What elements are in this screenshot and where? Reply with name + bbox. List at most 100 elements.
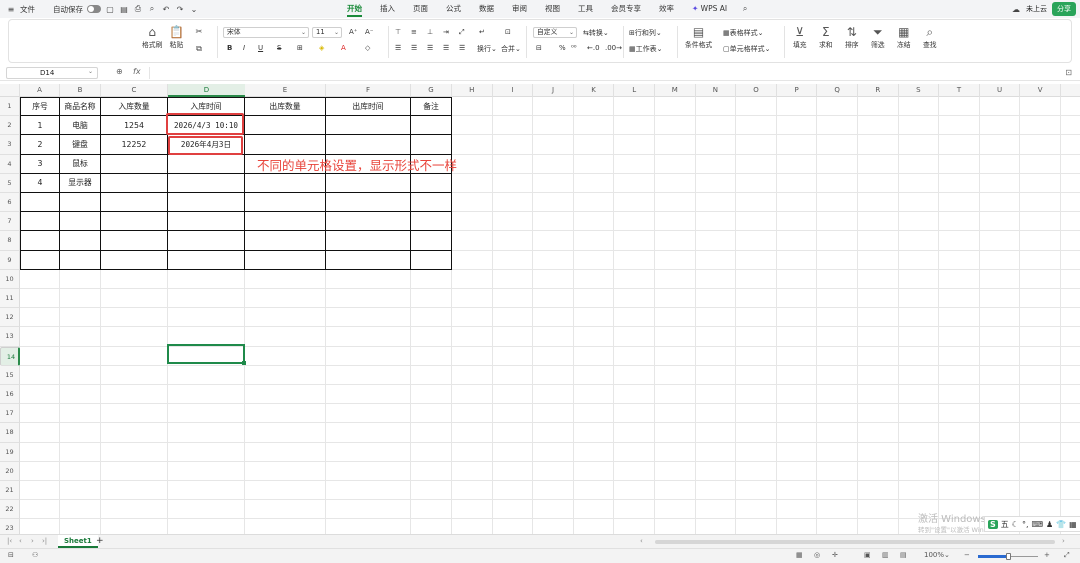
table-cell[interactable]: 电脑 xyxy=(60,116,101,136)
column-header-m[interactable]: M xyxy=(655,84,696,97)
table-cell[interactable] xyxy=(411,193,452,213)
row-header-7[interactable]: 7 xyxy=(0,212,20,232)
row-header-17[interactable]: 17 xyxy=(0,404,20,424)
table-cell[interactable] xyxy=(411,135,452,155)
increase-decimal-icon[interactable]: ←.0 xyxy=(587,44,600,52)
paste-button[interactable]: 📋 粘贴 xyxy=(169,25,184,49)
sort-button[interactable]: ⇅ 排序 xyxy=(845,25,859,49)
worksheet-button[interactable]: ▦ 工作表 ⌄ xyxy=(629,44,663,54)
fill-color-icon[interactable]: ◈ xyxy=(319,44,324,52)
more-chevron-icon[interactable]: ⌄ xyxy=(189,5,199,14)
underline-icon[interactable]: U xyxy=(258,44,263,52)
conditional-format-button[interactable]: ▤ 条件格式 xyxy=(685,25,712,49)
font-size-select[interactable]: 11 ⌄ xyxy=(312,27,342,38)
align-middle-icon[interactable]: ≡ xyxy=(411,28,417,36)
fx-icon[interactable]: fx xyxy=(133,67,141,76)
column-header-u[interactable]: U xyxy=(980,84,1021,97)
macro-icon[interactable]: ⊟ xyxy=(8,551,14,559)
table-cell[interactable] xyxy=(411,212,452,232)
column-header-k[interactable]: K xyxy=(574,84,615,97)
column-header-r[interactable]: R xyxy=(858,84,899,97)
table-cell[interactable] xyxy=(326,173,411,193)
table-cell[interactable] xyxy=(60,193,101,213)
tab-wps-ai[interactable]: ✦ WPS AI xyxy=(683,0,736,18)
scroll-right-icon[interactable]: › xyxy=(1062,537,1065,545)
table-cell[interactable] xyxy=(168,212,245,232)
ime-toolbar[interactable]: S 五 ☾ °, ⌨ ♟ 👕 ▦ xyxy=(984,516,1080,532)
align-bottom-icon[interactable]: ⊥ xyxy=(427,28,433,36)
distribute-icon[interactable]: ☰ xyxy=(459,44,465,52)
table-cell[interactable]: 4 xyxy=(20,173,60,193)
column-header-p[interactable]: P xyxy=(777,84,818,97)
comma-icon[interactable]: ⁰⁰ xyxy=(571,44,577,52)
first-sheet-icon[interactable]: |‹ xyxy=(7,537,12,545)
table-header-cell[interactable]: 序号 xyxy=(20,97,60,117)
row-header-3[interactable]: 3 xyxy=(0,135,20,155)
strikethrough-icon[interactable]: S xyxy=(277,44,281,52)
zoom-formula-icon[interactable]: ⊕ xyxy=(116,67,123,76)
copy-icon[interactable]: ⧉ xyxy=(194,44,204,54)
row-header-2[interactable]: 2 xyxy=(0,116,20,136)
row-header-14[interactable]: 14 xyxy=(0,346,20,366)
tab-view[interactable]: 视图 xyxy=(536,0,569,18)
column-header-h[interactable]: H xyxy=(452,84,493,97)
cut-icon[interactable]: ✂ xyxy=(194,27,204,36)
eye-protection-icon[interactable]: ◎ xyxy=(814,551,820,559)
column-header-i[interactable]: I xyxy=(493,84,534,97)
horizontal-scrollbar[interactable] xyxy=(655,540,1055,544)
freeze-button[interactable]: ▦ 冻结 xyxy=(897,25,911,49)
zoom-slider-handle[interactable] xyxy=(1006,553,1011,560)
column-header-t[interactable]: T xyxy=(939,84,980,97)
row-header-6[interactable]: 6 xyxy=(0,193,20,213)
chevron-down-icon[interactable]: ⌄ xyxy=(944,551,950,559)
table-cell[interactable] xyxy=(101,250,168,270)
column-header-g[interactable]: G xyxy=(411,84,452,97)
active-cell-selection[interactable] xyxy=(167,344,246,365)
table-cell[interactable] xyxy=(245,193,326,213)
sum-button[interactable]: Σ 求和 xyxy=(819,25,833,49)
table-cell[interactable] xyxy=(101,193,168,213)
table-cell[interactable] xyxy=(245,135,326,155)
menu-icon[interactable]: ≡ xyxy=(6,5,16,14)
table-cell[interactable] xyxy=(20,193,60,213)
font-name-select[interactable]: 宋体 ⌄ xyxy=(223,27,309,38)
table-cell[interactable] xyxy=(101,173,168,193)
save-icon[interactable]: ▢ xyxy=(105,5,115,14)
table-cell[interactable]: 鼠标 xyxy=(60,154,101,174)
zoom-in-icon[interactable]: + xyxy=(1044,551,1050,559)
column-header-d[interactable]: D xyxy=(168,84,245,97)
table-style-button[interactable]: ▦ 表格样式 ⌄ xyxy=(723,28,764,38)
orientation-icon[interactable]: ⤢ xyxy=(459,28,465,37)
font-grow-icon[interactable]: A⁺ xyxy=(349,28,357,36)
table-cell[interactable] xyxy=(326,116,411,136)
align-left-icon[interactable]: ☰ xyxy=(395,44,401,52)
select-all-corner[interactable] xyxy=(0,84,20,97)
prev-sheet-icon[interactable]: ‹ xyxy=(19,537,22,545)
row-header-4[interactable]: 4 xyxy=(0,154,20,174)
table-cell[interactable] xyxy=(60,212,101,232)
indent-icon[interactable]: ⇥ xyxy=(443,28,449,36)
last-sheet-icon[interactable]: ›| xyxy=(42,537,47,545)
percent-icon[interactable]: % xyxy=(559,44,566,52)
row-header-16[interactable]: 16 xyxy=(0,385,20,405)
add-sheet-icon[interactable]: + xyxy=(96,536,104,546)
table-cell[interactable] xyxy=(411,116,452,136)
align-right-icon[interactable]: ☰ xyxy=(427,44,433,52)
table-header-cell[interactable]: 备注 xyxy=(411,97,452,117)
redo-icon[interactable]: ↷ xyxy=(175,5,185,14)
table-cell[interactable]: 1 xyxy=(20,116,60,136)
zoom-level[interactable]: 100% xyxy=(924,551,944,559)
table-cell[interactable] xyxy=(411,250,452,270)
border-icon[interactable]: ⊞ xyxy=(297,44,303,52)
reading-mode-icon[interactable]: ✛ xyxy=(832,551,838,559)
font-shrink-icon[interactable]: A⁻ xyxy=(365,28,373,36)
spreadsheet-grid[interactable]: ABCDEFGHIJKLMNOPQRSTUV 1 2 3 4 5 6 7 8 9 10 11 12 13… xyxy=(0,84,1080,534)
align-top-icon[interactable]: ⊤ xyxy=(395,28,401,36)
row-header-21[interactable]: 21 xyxy=(0,481,20,501)
row-header-11[interactable]: 11 xyxy=(0,289,20,309)
normal-view-icon[interactable]: ▣ xyxy=(864,551,871,559)
formula-input[interactable] xyxy=(149,67,1057,79)
row-header-15[interactable]: 15 xyxy=(0,365,20,385)
column-header-c[interactable]: C xyxy=(101,84,168,97)
tab-tools[interactable]: 工具 xyxy=(569,0,602,18)
